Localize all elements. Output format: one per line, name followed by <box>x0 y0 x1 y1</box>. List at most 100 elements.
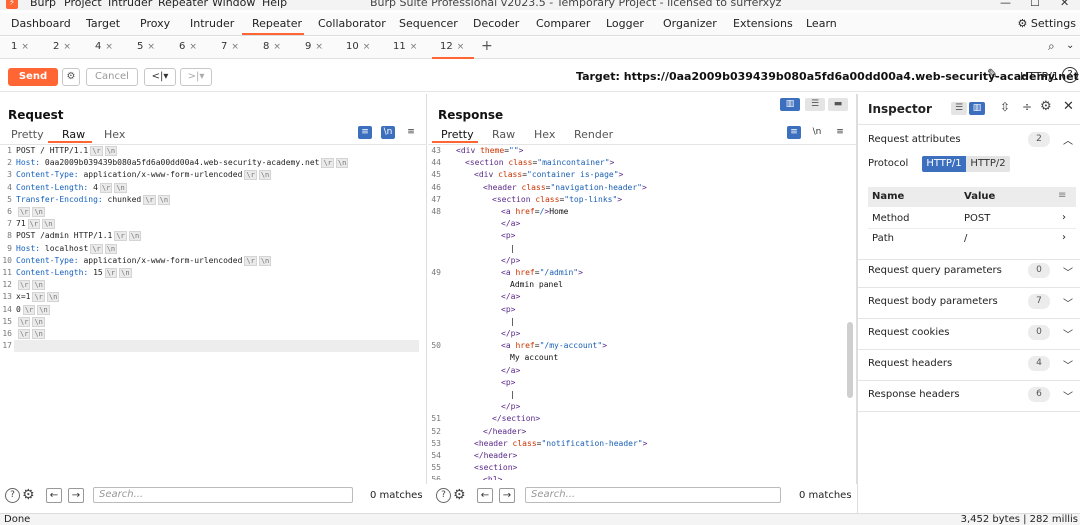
expand-all-icon[interactable]: ⇳ <box>1000 100 1010 114</box>
menu-intruder[interactable]: Intruder <box>108 0 152 9</box>
gear-icon[interactable]: ⚙ <box>1040 99 1052 114</box>
edit-pencil-icon[interactable]: ✎ <box>987 67 998 82</box>
section-label[interactable]: Request attributes <box>868 134 961 145</box>
help-icon[interactable]: ? <box>436 488 451 503</box>
wrap-lines-icon[interactable]: ≡ <box>358 126 372 139</box>
layout-side-by-side-icon[interactable]: ▥ <box>780 98 800 111</box>
help-icon[interactable]: ? <box>1062 67 1078 83</box>
repeater-tab-6[interactable]: 6 × <box>179 41 197 52</box>
tab-intruder[interactable]: Intruder <box>190 17 234 30</box>
close-icon[interactable]: × <box>63 42 71 52</box>
tab-request-hex[interactable]: Hex <box>104 128 125 141</box>
tab-proxy[interactable]: Proxy <box>140 17 170 30</box>
close-icon[interactable]: × <box>457 42 465 52</box>
tab-logger[interactable]: Logger <box>606 17 644 30</box>
tab-response-hex[interactable]: Hex <box>534 128 555 141</box>
chevron-down-icon[interactable]: ﹀ <box>1063 357 1073 372</box>
repeater-tab-7[interactable]: 7 × <box>221 41 239 52</box>
send-button[interactable]: Send <box>8 68 58 86</box>
attribute-row-method[interactable]: Method POST › <box>868 209 1076 229</box>
chevron-down-icon[interactable]: ﹀ <box>1063 326 1073 341</box>
close-icon[interactable]: × <box>231 42 239 52</box>
repeater-tab-1[interactable]: 1 × <box>11 41 29 52</box>
request-search-input[interactable]: Search... <box>93 487 353 503</box>
response-editor[interactable]: 43 44 45 46 47 48 49 50 51 52 53 54 55 56 <div theme="… <box>428 146 846 480</box>
chevron-up-icon[interactable]: ︿ <box>1063 132 1073 147</box>
menu-icon[interactable]: ≡ <box>404 126 418 139</box>
layout-stacked-icon[interactable]: ☰ <box>805 98 825 111</box>
repeater-tab-8[interactable]: 8 × <box>263 41 281 52</box>
request-editor[interactable]: 1 POST / HTTP/1.1 \r \n 2 Host: 0aa2009b03943… <box>0 146 427 476</box>
next-match-button[interactable]: → <box>499 488 515 503</box>
tab-response-pretty[interactable]: Pretty <box>441 128 474 141</box>
close-icon[interactable]: ✕ <box>1063 99 1074 114</box>
previous-match-button[interactable]: ← <box>46 488 62 503</box>
close-icon[interactable]: × <box>363 42 371 52</box>
layout-tabs-icon[interactable]: ▬ <box>828 98 848 111</box>
tab-organizer[interactable]: Organizer <box>663 17 717 30</box>
http-version-label[interactable]: HTTP/1 <box>1020 70 1059 83</box>
chevron-down-icon[interactable]: ﹀ <box>1063 388 1073 403</box>
search-icon[interactable]: ⌕ <box>1048 39 1055 54</box>
chevron-right-icon[interactable]: › <box>1062 232 1066 243</box>
cancel-button[interactable]: Cancel <box>86 68 138 86</box>
chevron-down-icon[interactable]: ﹀ <box>1063 264 1073 279</box>
menu-project[interactable]: Project <box>64 0 102 9</box>
section-request-query-parameters[interactable]: Request query parameters 0 ﹀ <box>858 257 1080 288</box>
section-response-headers[interactable]: Response headers 6 ﹀ <box>858 381 1080 412</box>
close-icon[interactable]: × <box>147 42 155 52</box>
close-icon[interactable]: × <box>21 42 29 52</box>
tab-collaborator[interactable]: Collaborator <box>318 17 386 30</box>
show-newlines-icon[interactable]: \n <box>810 126 824 139</box>
repeater-tab-12[interactable]: 12 × <box>440 41 464 52</box>
menu-icon[interactable]: ≡ <box>833 126 847 139</box>
menu-repeater[interactable]: Repeater <box>158 0 208 9</box>
wrap-lines-icon[interactable]: ≡ <box>787 126 801 139</box>
tab-repeater[interactable]: Repeater <box>252 17 302 30</box>
menu-help[interactable]: Help <box>262 0 287 9</box>
section-request-cookies[interactable]: Request cookies 0 ﹀ <box>858 319 1080 350</box>
close-icon[interactable]: × <box>410 42 418 52</box>
help-icon[interactable]: ? <box>5 488 20 503</box>
protocol-http1-toggle[interactable]: HTTP/1 <box>922 156 966 172</box>
filter-icon[interactable]: ≡ <box>1058 190 1066 201</box>
previous-match-button[interactable]: ← <box>477 488 493 503</box>
chevron-down-icon[interactable]: ⌄ <box>1066 40 1074 51</box>
tab-response-render[interactable]: Render <box>574 128 613 141</box>
tab-response-raw[interactable]: Raw <box>492 128 515 141</box>
response-search-input[interactable]: Search... <box>525 487 781 503</box>
layout-split-icon[interactable]: ▥ <box>969 102 985 115</box>
repeater-tab-10[interactable]: 10 × <box>346 41 370 52</box>
repeater-tab-4[interactable]: 4 × <box>95 41 113 52</box>
send-options-gear-icon[interactable]: ⚙ <box>62 68 80 86</box>
repeater-tab-2[interactable]: 2 × <box>53 41 71 52</box>
menu-burp[interactable]: Burp <box>30 0 56 9</box>
close-window-icon[interactable]: ✕ <box>1060 0 1069 9</box>
close-icon[interactable]: × <box>105 42 113 52</box>
repeater-tab-11[interactable]: 11 × <box>393 41 417 52</box>
gear-icon[interactable]: ⚙ <box>22 487 35 503</box>
repeater-tab-5[interactable]: 5 × <box>137 41 155 52</box>
layout-list-icon[interactable]: ☰ <box>951 102 967 115</box>
protocol-http2-toggle[interactable]: HTTP/2 <box>966 156 1010 172</box>
add-tab-icon[interactable]: + <box>481 38 493 54</box>
maximize-icon[interactable]: ☐ <box>1030 0 1040 9</box>
minimize-icon[interactable]: — <box>1000 0 1011 9</box>
repeater-tab-9[interactable]: 9 × <box>305 41 323 52</box>
tab-dashboard[interactable]: Dashboard <box>11 17 71 30</box>
tab-target[interactable]: Target <box>86 17 120 30</box>
close-icon[interactable]: × <box>273 42 281 52</box>
chevron-down-icon[interactable]: ﹀ <box>1063 295 1073 310</box>
collapse-all-icon[interactable]: ÷ <box>1022 100 1032 114</box>
tab-decoder[interactable]: Decoder <box>473 17 519 30</box>
response-scrollbar[interactable] <box>847 322 853 398</box>
tab-request-raw[interactable]: Raw <box>62 128 85 141</box>
tab-comparer[interactable]: Comparer <box>536 17 590 30</box>
attribute-row-path[interactable]: Path / › <box>868 229 1076 249</box>
tab-request-pretty[interactable]: Pretty <box>11 128 44 141</box>
chevron-right-icon[interactable]: › <box>1062 212 1066 223</box>
menu-window[interactable]: Window <box>212 0 255 9</box>
history-back-button[interactable]: <|▾ <box>144 68 176 86</box>
settings-button[interactable]: ⚙ Settings <box>1018 17 1077 30</box>
next-match-button[interactable]: → <box>68 488 84 503</box>
